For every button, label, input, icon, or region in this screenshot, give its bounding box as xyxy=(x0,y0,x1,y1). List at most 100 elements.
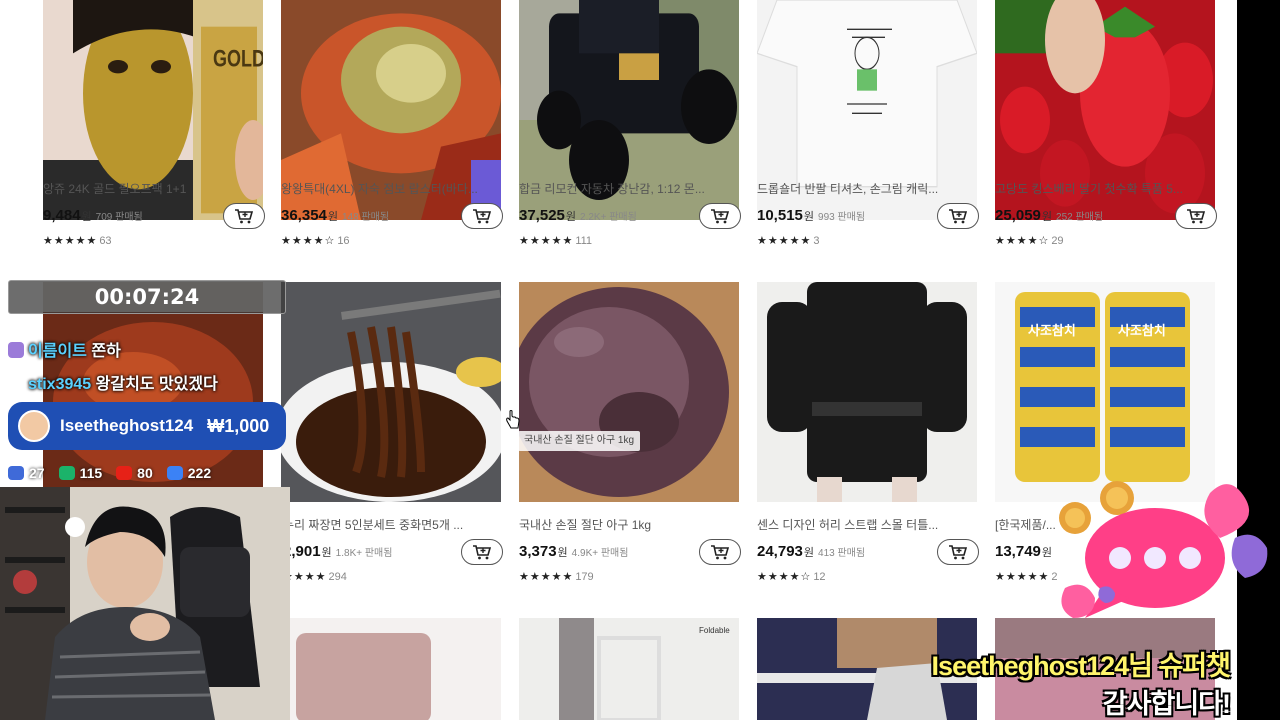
rating: ★★★★★ 179 xyxy=(519,570,594,583)
svg-text:GOLD: GOLD xyxy=(213,46,263,72)
rating: ★★★★☆ 29 xyxy=(995,234,1064,247)
rating: ★★★★★ 63 xyxy=(43,234,112,247)
sold-count: 4.9K+ 판매됨 xyxy=(571,548,629,559)
infinity-icon xyxy=(8,466,24,480)
star-icons: ★★★★★ xyxy=(757,235,812,247)
review-count: 16 xyxy=(337,235,350,247)
rating: ★★★★ 294 xyxy=(283,570,347,583)
product-title[interactable]: 누리 짜장면 5인분세트 중화면5개 ... xyxy=(283,516,505,533)
superchat-animation xyxy=(1059,481,1268,618)
cart-icon xyxy=(711,209,730,224)
image-caption: 국내산 손질 절단 아구 1kg xyxy=(518,431,641,451)
sold-count: 2.2K+ 판매됨 xyxy=(580,212,637,223)
star-icons: ★★★★★ xyxy=(43,235,98,247)
chat-message: 이름이트 쫀하 xyxy=(8,337,121,361)
currency-label: 원 xyxy=(803,211,815,223)
donation-amount: ₩1,000 xyxy=(207,415,270,436)
product-image[interactable] xyxy=(281,282,501,502)
product-price: 10,515 xyxy=(757,207,803,224)
product-image[interactable] xyxy=(757,282,977,502)
star-icons: ★★★★★ xyxy=(519,235,574,247)
product-image[interactable] xyxy=(281,618,501,720)
review-count: 29 xyxy=(1051,235,1064,247)
rating: ★★★★☆ 12 xyxy=(757,570,826,583)
product-title[interactable]: 왕왕특대(4XL) 자숙 점보 랍스터(바다... xyxy=(281,180,503,197)
cart-icon xyxy=(473,545,492,560)
superchat-thanks-line1: Iseetheghost124님 슈퍼챗 xyxy=(931,651,1231,681)
currency-label: 원 xyxy=(1041,211,1053,223)
review-count: 179 xyxy=(575,571,594,583)
viewer-stats: 27 115 80 222 xyxy=(4,460,288,486)
star-icons: ★★★★☆ xyxy=(995,235,1050,247)
currency-label: 원 xyxy=(81,211,92,223)
star-icons: ★★★★☆ xyxy=(757,571,812,583)
cart-icon xyxy=(711,545,730,560)
currency-label: 원 xyxy=(565,211,577,223)
webcam-feed xyxy=(0,487,290,720)
review-count: 294 xyxy=(328,571,347,583)
badge-icon xyxy=(8,375,24,391)
add-to-cart-button[interactable] xyxy=(699,203,741,229)
product-title[interactable]: 앙쥬 24K 골드 필오프팩 1+1 xyxy=(43,180,265,197)
stat-item: 27 xyxy=(8,465,45,481)
product-price: 24,793 xyxy=(757,543,803,560)
product-image[interactable]: Foldable xyxy=(519,618,739,720)
star-icons: ★★★★★ xyxy=(995,571,1050,583)
product-title[interactable]: 드롭숄더 반팔 티셔츠, 손그림 캐릭... xyxy=(757,180,979,197)
product-price: 9,484 xyxy=(43,207,81,224)
stat-value: 115 xyxy=(79,465,103,481)
cart-icon xyxy=(949,209,968,224)
currency-label: 원 xyxy=(803,547,815,559)
product-price: 25,059 xyxy=(995,207,1041,224)
star-icons: ★★★★☆ xyxy=(281,235,336,247)
product-title[interactable]: 고당도 킹스베리 딸기 첫수확 특품 5... xyxy=(995,180,1217,197)
add-to-cart-button[interactable] xyxy=(1175,203,1217,229)
chat-username: 이름이트 xyxy=(28,343,87,360)
rating: ★★★★★ 111 xyxy=(519,234,592,247)
currency-label: 원 xyxy=(321,547,332,559)
cart-icon xyxy=(235,209,254,224)
rating: ★★★★★ 3 xyxy=(757,234,819,247)
review-count: 63 xyxy=(99,235,112,247)
youtube-icon xyxy=(116,466,133,480)
add-to-cart-button[interactable] xyxy=(223,203,265,229)
can-label: 사조참치 xyxy=(1028,323,1076,338)
donation-alert: Iseetheghost124 ₩1,000 xyxy=(8,402,286,450)
add-to-cart-button[interactable] xyxy=(699,539,741,565)
product-price: 3,373 xyxy=(519,543,557,560)
product-image[interactable] xyxy=(519,282,739,502)
product-title[interactable]: 국내산 손질 절단 아구 1kg xyxy=(519,516,741,533)
stat-item: 115 xyxy=(58,465,103,481)
star-icons: ★★★★★ xyxy=(519,571,574,583)
rating: ★★★★☆ 16 xyxy=(281,234,350,247)
currency-label: 원 xyxy=(327,211,339,223)
sold-count: 993 판매됨 xyxy=(818,212,866,223)
product-title[interactable]: 센스 디자인 허리 스트랩 스몰 터틀... xyxy=(757,516,979,533)
stream-timer: 00:07:24 xyxy=(8,280,286,314)
product-price: 36,354 xyxy=(281,207,327,224)
sold-count: 148 판매됨 xyxy=(342,212,390,223)
review-count: 111 xyxy=(575,235,593,247)
live-icon xyxy=(166,466,183,480)
product-image[interactable] xyxy=(995,282,1215,502)
superchat-thanks-line2: 감사합니다! xyxy=(1102,689,1231,719)
chat-text: 쫀하 xyxy=(91,343,121,360)
stat-item: 80 xyxy=(116,465,153,481)
review-count: 3 xyxy=(813,235,820,247)
can-label: 사조참치 xyxy=(1118,323,1166,338)
add-to-cart-button[interactable] xyxy=(937,539,979,565)
sold-count: 252 판매됨 xyxy=(1056,212,1104,223)
svg-text:Foldable: Foldable xyxy=(699,626,730,635)
cart-icon xyxy=(1187,209,1206,224)
product-title[interactable]: 합금 리모컨 자동차 장난감, 1:12 몬... xyxy=(519,180,741,197)
chat-message: stix3945 왕갈치도 맛있겠다 xyxy=(8,370,218,394)
currency-label: 원 xyxy=(557,547,568,559)
avatar xyxy=(18,410,50,442)
heart-badge-icon xyxy=(8,342,24,358)
add-to-cart-button[interactable] xyxy=(937,203,979,229)
chat-username: stix3945 xyxy=(28,376,92,393)
add-to-cart-button[interactable] xyxy=(461,203,503,229)
sold-count: 413 판매됨 xyxy=(818,548,866,559)
chat-text: 왕갈치도 맛있겠다 xyxy=(95,376,218,393)
add-to-cart-button[interactable] xyxy=(461,539,503,565)
